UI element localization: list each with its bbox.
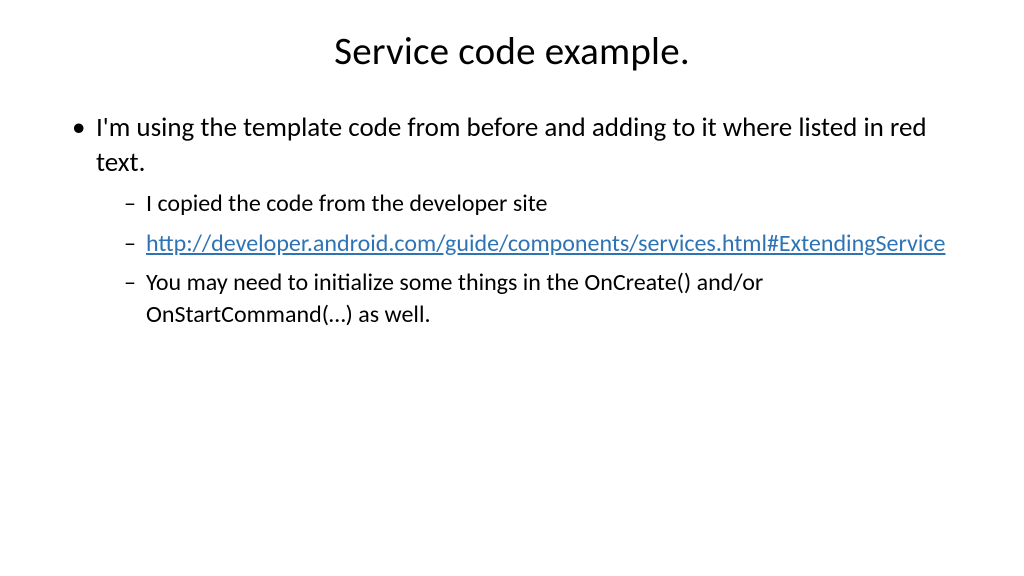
sub-bullet-text: You may need to initialize some things i…	[146, 268, 763, 329]
slide-title: Service code example.	[50, 28, 974, 75]
bullet-item: I'm using the template code from before …	[68, 111, 974, 331]
bullet-list-level2: I copied the code from the developer sit…	[96, 188, 974, 331]
sub-bullet-text: I copied the code from the developer sit…	[146, 189, 547, 218]
bullet-list-level1: I'm using the template code from before …	[68, 111, 974, 331]
developer-link[interactable]: http://developer.android.com/guide/compo…	[146, 229, 945, 258]
sub-bullet-item: I copied the code from the developer sit…	[122, 188, 974, 220]
sub-bullet-item: You may need to initialize some things i…	[122, 267, 974, 330]
sub-bullet-item: http://developer.android.com/guide/compo…	[122, 228, 974, 260]
slide-content: I'm using the template code from before …	[50, 111, 974, 331]
slide: Service code example. I'm using the temp…	[0, 0, 1024, 576]
bullet-text: I'm using the template code from before …	[96, 111, 927, 179]
